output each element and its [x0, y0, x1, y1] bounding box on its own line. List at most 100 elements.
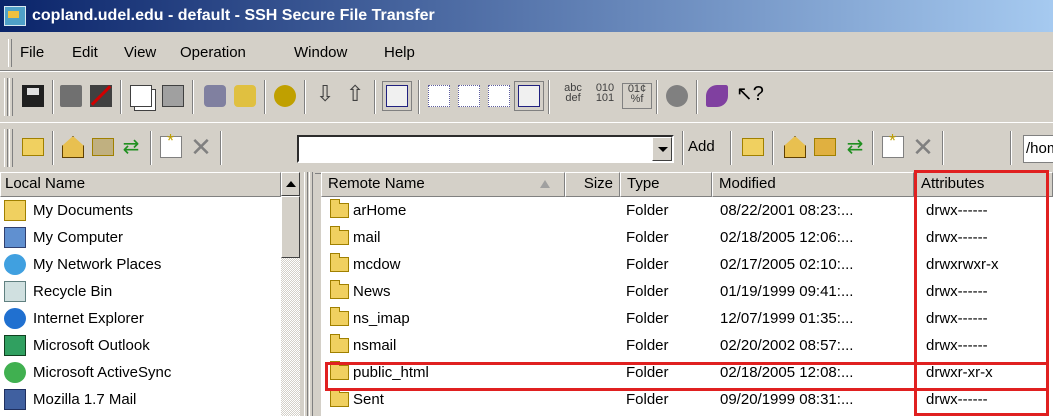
menu-view[interactable]: View [124, 44, 156, 61]
network-places-icon [4, 254, 26, 275]
quick-connect-icon[interactable] [60, 85, 82, 107]
ascii-mode-icon[interactable]: abc def [558, 83, 588, 109]
new-terminal-icon[interactable] [234, 85, 256, 107]
remote-attributes-cell: drwx------ [926, 310, 988, 327]
title-bar[interactable]: copland.udel.edu - default - SSH Secure … [0, 0, 1053, 32]
disconnect-icon[interactable] [90, 85, 112, 107]
type-header[interactable]: Type [620, 172, 712, 197]
local-home-icon[interactable] [62, 136, 84, 158]
auto-mode-icon[interactable]: 01¢ %f [622, 83, 652, 109]
remote-file-row[interactable]: nsmail Folder 02/20/2002 08:57:... drwx----… [321, 332, 1053, 359]
large-icons-view-icon[interactable] [428, 85, 450, 107]
remote-type-cell: Folder [626, 391, 669, 408]
remote-refresh-icon[interactable]: ⇄ [844, 136, 866, 158]
local-list-item[interactable]: My Network Places [0, 251, 281, 278]
toolbar-separator [730, 131, 732, 165]
folder-icon [330, 226, 349, 245]
scroll-track[interactable] [281, 258, 300, 416]
remote-file-row[interactable]: arHome Folder 08/22/2001 08:23:... drwx----… [321, 197, 1053, 224]
remote-file-row[interactable]: mail Folder 02/18/2005 12:06:... drwx------ [321, 224, 1053, 251]
list-view-icon[interactable] [488, 85, 510, 107]
local-list-item[interactable]: Microsoft Outlook [0, 332, 281, 359]
menubar-grip[interactable] [8, 39, 12, 67]
remote-attributes-cell: drwxr-xr-x [926, 364, 993, 381]
paste-icon[interactable] [162, 85, 184, 107]
find-icon[interactable] [204, 85, 226, 107]
local-scrollbar[interactable] [281, 172, 300, 416]
menu-help[interactable]: Help [384, 44, 415, 61]
local-up-folder-icon[interactable] [22, 138, 44, 156]
remote-file-row[interactable]: Sent Folder 09/20/1999 08:31:... drwx------ [321, 386, 1053, 413]
local-path-combo[interactable] [297, 135, 674, 163]
remote-file-row[interactable]: ns_imap Folder 12/07/1999 01:35:... drwx---… [321, 305, 1053, 332]
remote-path-field[interactable]: /home/usra/ [1023, 135, 1053, 163]
menu-edit[interactable]: Edit [72, 44, 98, 61]
download-icon[interactable]: ⇩ [316, 81, 334, 107]
add-button[interactable]: Add [688, 138, 715, 155]
toolbar-grip[interactable] [4, 78, 8, 116]
remote-folder-icon[interactable] [814, 138, 836, 156]
remote-new-folder-icon[interactable] [882, 131, 904, 158]
remote-modified-cell: 08/22/2001 08:23:... [720, 202, 854, 219]
toolbar-grip-2[interactable] [9, 78, 13, 116]
menu-window[interactable]: Window [294, 44, 347, 61]
remote-type-cell: Folder [626, 364, 669, 381]
scroll-up-icon[interactable] [281, 172, 300, 196]
toolbar-grip-2[interactable] [9, 129, 13, 167]
remote-up-folder-icon[interactable] [742, 138, 764, 156]
splitter-grip[interactable] [304, 172, 308, 416]
remote-modified-cell: 09/20/1999 08:31:... [720, 391, 854, 408]
remote-name-cell: Sent [353, 391, 384, 408]
my-computer-icon [4, 227, 26, 248]
local-list-item[interactable]: Mozilla 1.7 Mail [0, 386, 281, 413]
menu-file[interactable]: File [20, 44, 44, 61]
splitter-grip-2[interactable] [309, 172, 313, 416]
menu-operation[interactable]: Operation [180, 44, 246, 61]
remote-name-cell: ns_imap [353, 310, 410, 327]
details-view-icon[interactable] [514, 81, 544, 111]
outlook-icon [4, 335, 26, 356]
local-list-item[interactable]: Internet Explorer [0, 305, 281, 332]
remote-modified-cell: 12/07/1999 01:35:... [720, 310, 854, 327]
file-transfer-view-icon[interactable] [382, 81, 412, 111]
remote-name-cell: nsmail [353, 337, 397, 354]
remote-name-header[interactable]: Remote Name [321, 172, 565, 197]
local-list-item[interactable]: Recycle Bin [0, 278, 281, 305]
help-book-icon[interactable] [706, 85, 728, 107]
size-header[interactable]: Size [565, 172, 620, 197]
remote-home-icon[interactable] [784, 136, 806, 158]
context-help-icon[interactable]: ↖? [736, 81, 764, 107]
app-icon[interactable] [4, 6, 26, 26]
pane-splitter[interactable] [300, 172, 315, 416]
remote-name-header-label: Remote Name [328, 175, 425, 192]
local-list-item[interactable]: Microsoft ActiveSync [0, 359, 281, 386]
folder-icon [330, 280, 349, 299]
upload-icon[interactable]: ⇧ [346, 81, 364, 107]
settings-icon[interactable] [274, 85, 296, 107]
remote-delete-icon[interactable]: ✕ [912, 134, 934, 160]
scroll-thumb[interactable] [281, 196, 300, 258]
remote-file-row[interactable]: public_html Folder 02/18/2005 12:08:... drw… [321, 359, 1053, 386]
chevron-down-icon[interactable] [652, 137, 672, 161]
save-icon[interactable] [22, 85, 44, 107]
local-list-item[interactable]: My Documents [0, 197, 281, 224]
small-icons-view-icon[interactable] [458, 85, 480, 107]
remote-file-row[interactable]: News Folder 01/19/1999 09:41:... drwx------ [321, 278, 1053, 305]
local-folder-icon[interactable] [92, 138, 114, 156]
remote-file-row[interactable]: mcdow Folder 02/17/2005 02:10:... drwxrwxr-… [321, 251, 1053, 278]
remote-attributes-cell: drwx------ [926, 337, 988, 354]
toolbar-separator [682, 131, 684, 165]
local-name-header[interactable]: Local Name [0, 172, 281, 197]
attributes-header[interactable]: Attributes [914, 172, 1053, 197]
modified-header[interactable]: Modified [712, 172, 914, 197]
local-delete-icon[interactable]: ✕ [190, 134, 212, 160]
local-refresh-icon[interactable]: ⇄ [120, 136, 142, 158]
local-new-folder-icon[interactable] [160, 131, 182, 158]
copy-icon[interactable] [130, 85, 152, 107]
remote-name-cell: mcdow [353, 256, 401, 273]
local-item-label: Internet Explorer [33, 310, 144, 327]
toolbar-grip[interactable] [4, 129, 8, 167]
local-list-item[interactable]: My Computer [0, 224, 281, 251]
binary-mode-icon[interactable]: 010 101 [590, 83, 620, 109]
stop-icon[interactable] [666, 85, 688, 107]
